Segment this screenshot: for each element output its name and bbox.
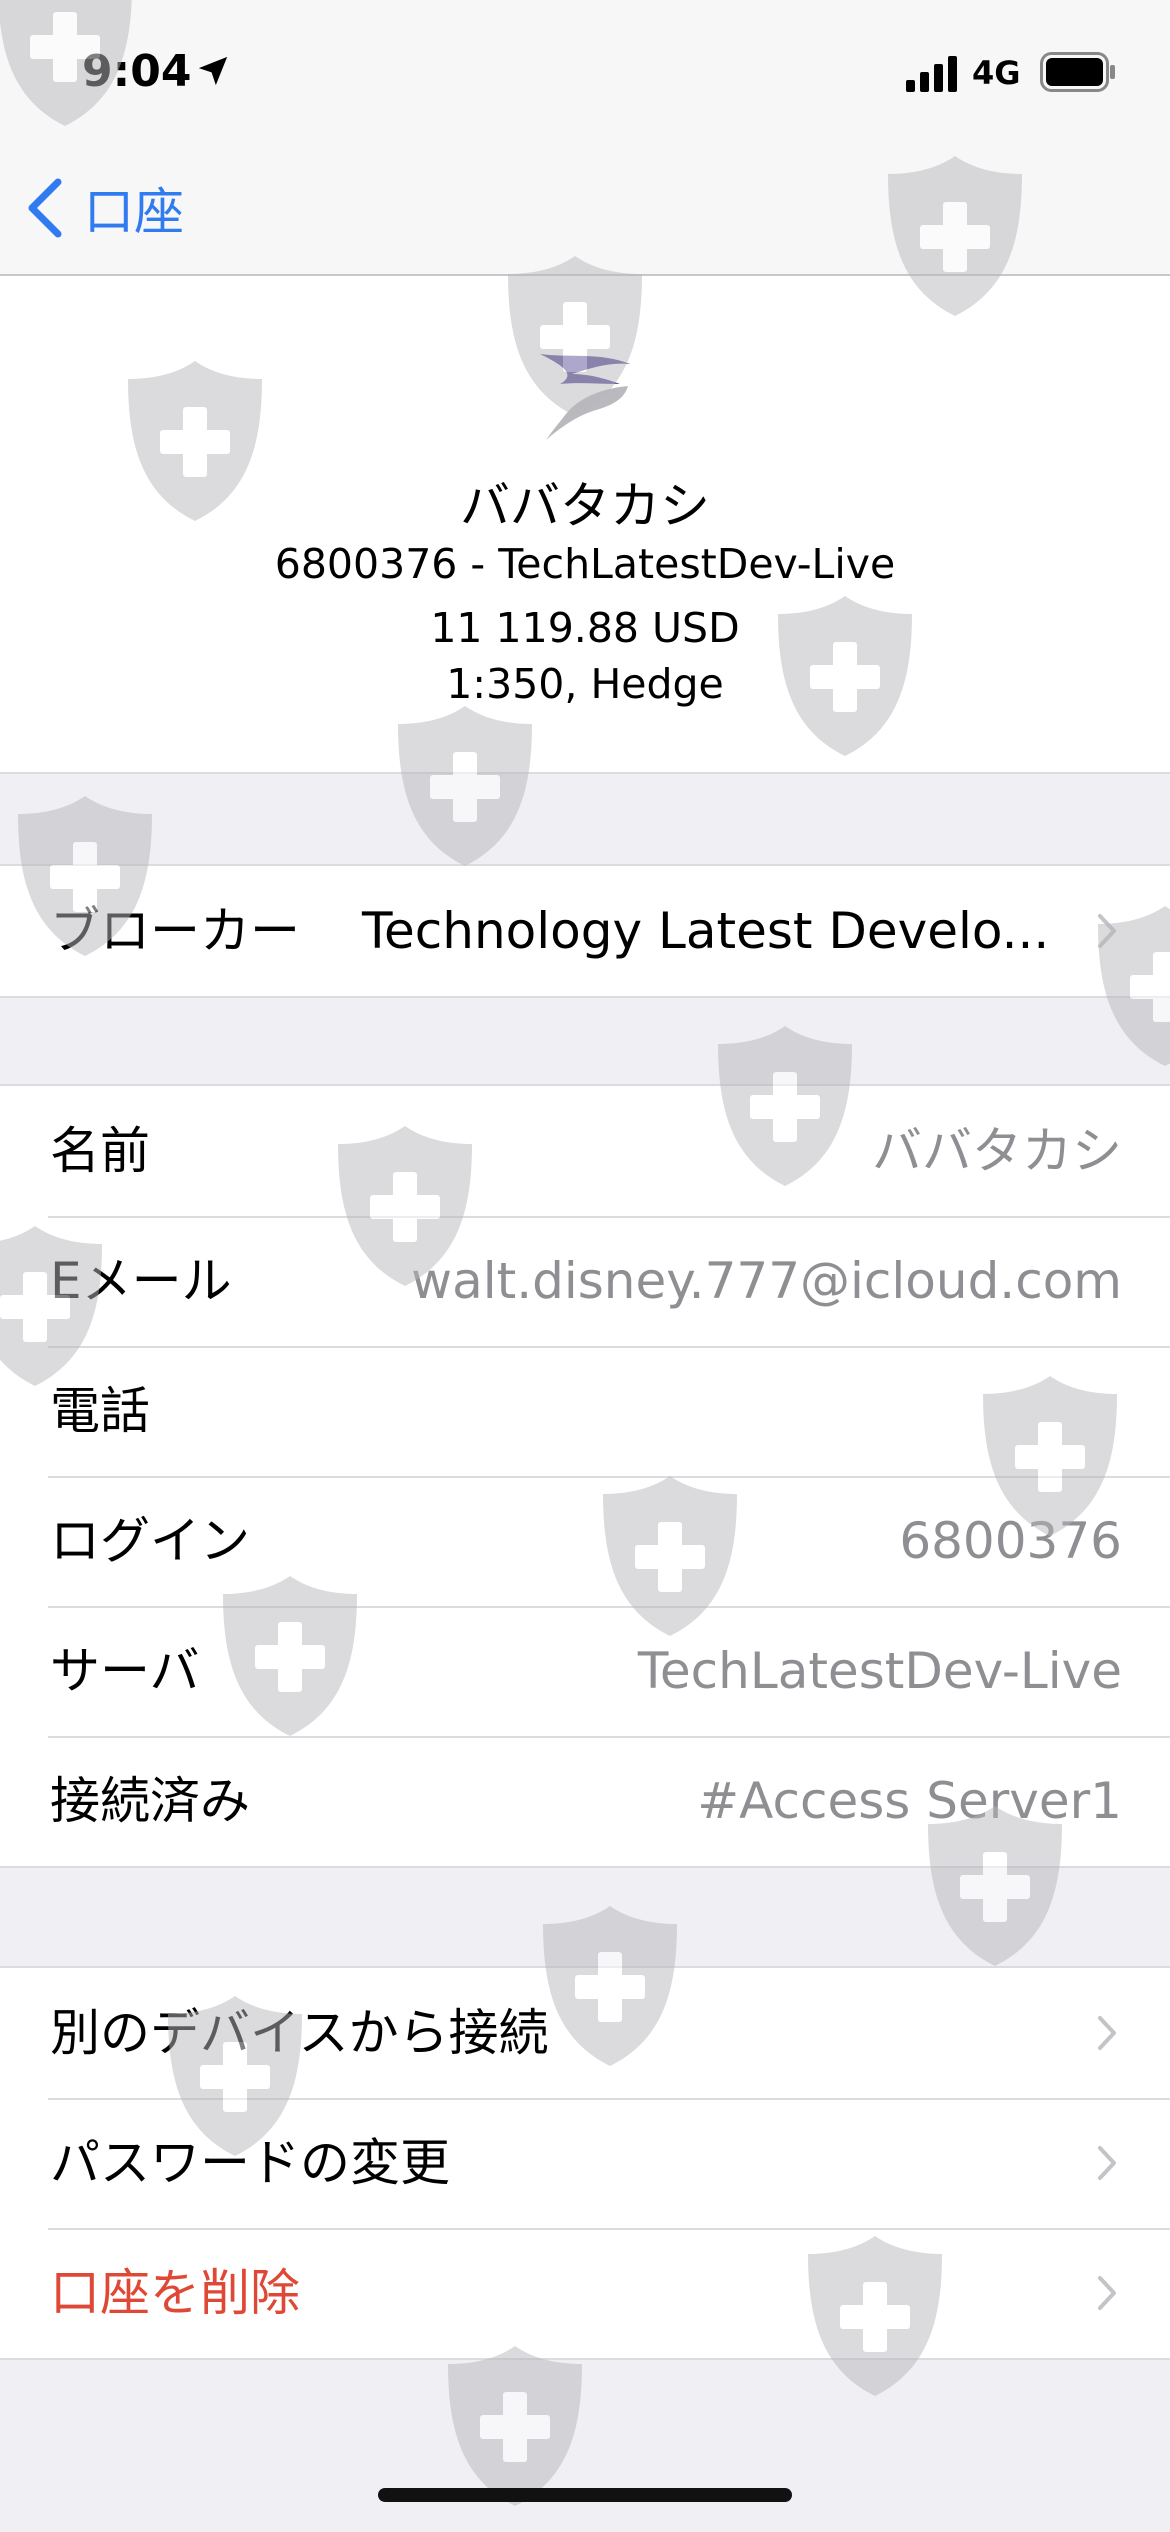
connect-other-device-label: 別のデバイスから接続 <box>50 2004 549 2062</box>
back-button-label: 口座 <box>84 183 184 241</box>
broker-value: Technology Latest Develo... <box>362 902 1050 960</box>
detail-row-name: 名前 ババタカシ <box>0 1086 1170 1216</box>
server-value: TechLatestDev-Live <box>637 1642 1122 1700</box>
status-bar: 9:04 4G <box>0 0 1170 150</box>
login-value: 6800376 <box>899 1512 1122 1570</box>
detail-row-connected: 接続済み #Access Server1 <box>0 1736 1170 1866</box>
network-type: 4G <box>972 54 1021 92</box>
email-value: walt.disney.777@icloud.com <box>411 1252 1122 1310</box>
detail-row-login: ログイン 6800376 <box>0 1476 1170 1606</box>
account-leverage: 1:350, Hedge <box>446 660 724 708</box>
connected-value: #Access Server1 <box>697 1772 1122 1830</box>
back-button[interactable]: 口座 <box>24 168 184 248</box>
account-actions-group: 別のデバイスから接続 パスワードの変更 口座を削除 <box>0 1966 1170 2360</box>
account-balance: 11 119.88 USD <box>430 604 740 652</box>
name-label: 名前 <box>50 1122 150 1180</box>
change-password-row[interactable]: パスワードの変更 <box>0 2098 1170 2228</box>
delete-account-label: 口座を削除 <box>50 2264 300 2322</box>
chevron-right-icon <box>1098 2146 1116 2180</box>
detail-row-phone: 電話 <box>0 1346 1170 1476</box>
location-arrow-icon <box>198 56 228 86</box>
change-password-label: パスワードの変更 <box>50 2134 450 2192</box>
broker-group: ブローカー Technology Latest Develo... <box>0 864 1170 998</box>
detail-row-server: サーバ TechLatestDev-Live <box>0 1606 1170 1736</box>
detail-row-email: Eメール walt.disney.777@icloud.com <box>0 1216 1170 1346</box>
connected-label: 接続済み <box>50 1772 250 1830</box>
broker-logo <box>540 354 630 440</box>
delete-account-row[interactable]: 口座を削除 <box>0 2228 1170 2358</box>
login-label: ログイン <box>50 1512 250 1570</box>
chevron-left-icon <box>28 178 62 238</box>
shield-watermark-icon <box>440 2340 590 2510</box>
chevron-right-icon <box>1098 2276 1116 2310</box>
email-label: Eメール <box>50 1252 232 1310</box>
home-indicator[interactable] <box>378 2488 792 2502</box>
phone-label: 電話 <box>50 1382 150 1440</box>
signal-bars-icon <box>906 56 957 92</box>
name-value: ババタカシ <box>872 1122 1122 1180</box>
account-details-group: 名前 ババタカシ Eメール walt.disney.777@icloud.com… <box>0 1084 1170 1868</box>
server-label: サーバ <box>50 1642 200 1700</box>
navigation-bar: 口座 <box>0 150 1170 276</box>
broker-label: ブローカー <box>50 902 300 960</box>
status-time: 9:04 <box>82 46 192 97</box>
account-name: ババタカシ <box>460 477 710 535</box>
connect-other-device-row[interactable]: 別のデバイスから接続 <box>0 1968 1170 2098</box>
account-login-server: 6800376 - TechLatestDev-Live <box>274 540 896 588</box>
broker-row[interactable]: ブローカー Technology Latest Develo... <box>0 866 1170 996</box>
battery-icon <box>1040 52 1115 92</box>
account-summary: ババタカシ 6800376 - TechLatestDev-Live 11 11… <box>0 276 1170 774</box>
chevron-right-icon <box>1098 2016 1116 2050</box>
chevron-right-icon <box>1098 914 1116 948</box>
